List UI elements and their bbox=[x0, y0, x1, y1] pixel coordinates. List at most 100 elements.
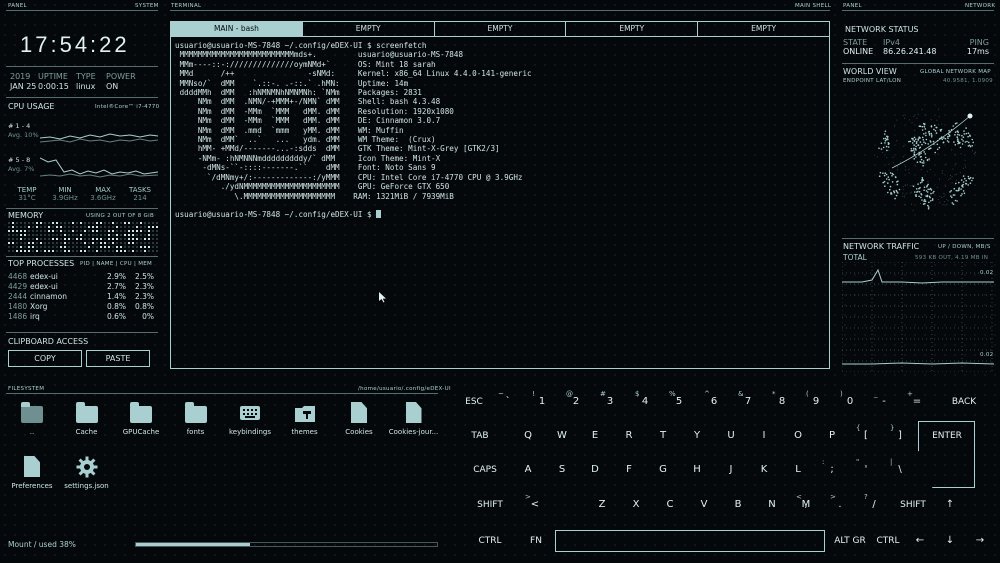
key-u92[interactable]: \ | bbox=[888, 458, 912, 481]
key-s[interactable]: S bbox=[550, 459, 574, 481]
key-c[interactable]: C bbox=[658, 494, 682, 516]
space-bar[interactable] bbox=[555, 530, 825, 552]
key-ctrl[interactable]: CTRL bbox=[870, 530, 906, 552]
key-x[interactable]: X bbox=[624, 494, 648, 516]
key-tab[interactable]: TAB bbox=[462, 425, 498, 447]
key-0[interactable]: 0) bbox=[838, 390, 862, 413]
key-z[interactable]: Z bbox=[590, 494, 614, 516]
key-back[interactable]: BACK bbox=[940, 391, 988, 413]
globe-dot bbox=[920, 158, 923, 161]
key-g[interactable]: G bbox=[651, 459, 675, 481]
key-t[interactable]: T bbox=[651, 425, 675, 447]
key-esc[interactable]: ESC bbox=[450, 391, 498, 413]
terminal-output[interactable]: usuario@usuario-MS-7848 ~/.config/eDEX-U… bbox=[175, 41, 825, 220]
memory-cell bbox=[76, 242, 78, 244]
key-u59[interactable]: ;: bbox=[820, 458, 844, 481]
terminal-tab-2[interactable]: EMPTY bbox=[303, 22, 435, 36]
key-u8594[interactable]: → bbox=[968, 530, 992, 552]
key-6[interactable]: 6 ^ bbox=[702, 390, 726, 413]
memory-cell bbox=[144, 222, 146, 224]
key-k[interactable]: K bbox=[752, 459, 776, 481]
memory-cell bbox=[20, 222, 22, 224]
key-u96[interactable]: ` ~ bbox=[496, 390, 520, 413]
globe-dot bbox=[948, 179, 950, 181]
key-3[interactable]: 3 # bbox=[598, 390, 622, 413]
key-u47[interactable]: /? bbox=[862, 493, 886, 516]
total-label: TOTAL bbox=[843, 253, 867, 262]
globe-dot bbox=[919, 161, 922, 163]
key-shift[interactable]: SHIFT bbox=[472, 494, 508, 516]
key-e[interactable]: E bbox=[583, 425, 607, 447]
filesystem-item[interactable]: themes bbox=[279, 402, 331, 436]
key-caps[interactable]: CAPS bbox=[467, 459, 503, 481]
key-ctrl[interactable]: CTRL bbox=[472, 530, 508, 552]
filesystem-item[interactable]: Cookies bbox=[333, 402, 385, 436]
key-v[interactable]: V bbox=[692, 494, 716, 516]
key-2[interactable]: 2 @ bbox=[564, 390, 588, 413]
filesystem-item[interactable]: settings.json bbox=[61, 456, 113, 490]
key-alt-gr[interactable]: ALT GR bbox=[830, 530, 870, 552]
key-u93[interactable]: ]} bbox=[888, 424, 912, 447]
filesystem-item[interactable]: .. bbox=[6, 402, 58, 436]
key-u8595[interactable]: ↓ bbox=[938, 530, 962, 552]
filesystem-item[interactable]: fonts bbox=[170, 402, 222, 436]
globe-dot bbox=[912, 137, 914, 140]
key-f[interactable]: F bbox=[617, 459, 641, 481]
key-q[interactable]: Q bbox=[516, 425, 540, 447]
filesystem-item[interactable]: Preferences bbox=[6, 456, 58, 490]
paste-button[interactable]: PASTE bbox=[86, 350, 150, 367]
key-b[interactable]: B bbox=[726, 494, 750, 516]
key-u39[interactable]: ' " bbox=[854, 458, 878, 481]
memory-cell bbox=[72, 242, 74, 244]
key-u[interactable]: U bbox=[719, 425, 743, 447]
key-j[interactable]: J bbox=[719, 459, 743, 481]
terminal-tab-3[interactable]: EMPTY bbox=[435, 22, 567, 36]
globe-dot bbox=[923, 122, 925, 125]
filesystem-item[interactable]: GPUCache bbox=[115, 402, 167, 436]
key-label: - bbox=[882, 396, 886, 407]
key-u44[interactable]: , < bbox=[794, 493, 818, 516]
globe-dot bbox=[962, 136, 965, 138]
key-9[interactable]: 9( bbox=[804, 390, 828, 413]
key-u8593[interactable]: ↑ bbox=[938, 494, 962, 516]
key-o[interactable]: O bbox=[786, 425, 810, 447]
key-7[interactable]: 7 & bbox=[736, 390, 760, 413]
key-n[interactable]: N bbox=[760, 494, 784, 516]
key-u61[interactable]: = + bbox=[905, 390, 929, 413]
key-u60[interactable]: < > bbox=[523, 493, 547, 516]
key-p[interactable]: P bbox=[820, 425, 844, 447]
key-5[interactable]: 5% bbox=[667, 390, 691, 413]
terminal-window[interactable]: MAIN - bash EMPTY EMPTY EMPTY EMPTY usuario@… bbox=[170, 21, 830, 369]
key-r[interactable]: R bbox=[617, 425, 641, 447]
globe-dot bbox=[947, 141, 950, 143]
key--[interactable]: - _ bbox=[872, 390, 896, 413]
copy-button[interactable]: COPY bbox=[8, 350, 82, 367]
key-shift[interactable]: SHIFT bbox=[895, 494, 931, 516]
key-w[interactable]: W bbox=[550, 425, 574, 447]
key-l[interactable]: L bbox=[786, 459, 810, 481]
memory-cell bbox=[76, 250, 78, 252]
globe-dot bbox=[951, 196, 953, 199]
terminal-tab-5[interactable]: EMPTY bbox=[698, 22, 829, 36]
key-i[interactable]: I bbox=[752, 425, 776, 447]
filesystem-item[interactable]: Cache bbox=[61, 402, 113, 436]
key-u8592[interactable]: ← bbox=[908, 530, 932, 552]
key-h[interactable]: H bbox=[685, 459, 709, 481]
memory-cell bbox=[96, 222, 98, 224]
filesystem-item[interactable]: Cookies-jour... bbox=[388, 402, 440, 436]
terminal-tab-4[interactable]: EMPTY bbox=[566, 22, 699, 36]
key-y[interactable]: Y bbox=[685, 425, 709, 447]
globe-dot bbox=[915, 156, 917, 158]
key-8[interactable]: 8 * bbox=[770, 390, 794, 413]
key-fn[interactable]: FN bbox=[524, 530, 548, 552]
key-u91[interactable]: [{ bbox=[854, 424, 878, 447]
key-a[interactable]: A bbox=[516, 459, 540, 481]
key-d[interactable]: D bbox=[583, 459, 607, 481]
key-1[interactable]: 1! bbox=[530, 390, 554, 413]
filesystem-item[interactable]: keybindings bbox=[224, 402, 276, 436]
key-u46[interactable]: . > bbox=[828, 493, 852, 516]
key-4[interactable]: 4 $ bbox=[633, 390, 657, 413]
terminal-tab-1[interactable]: MAIN - bash bbox=[171, 22, 303, 36]
key-label: ALT GR bbox=[834, 536, 866, 546]
globe-dot bbox=[942, 204, 944, 206]
